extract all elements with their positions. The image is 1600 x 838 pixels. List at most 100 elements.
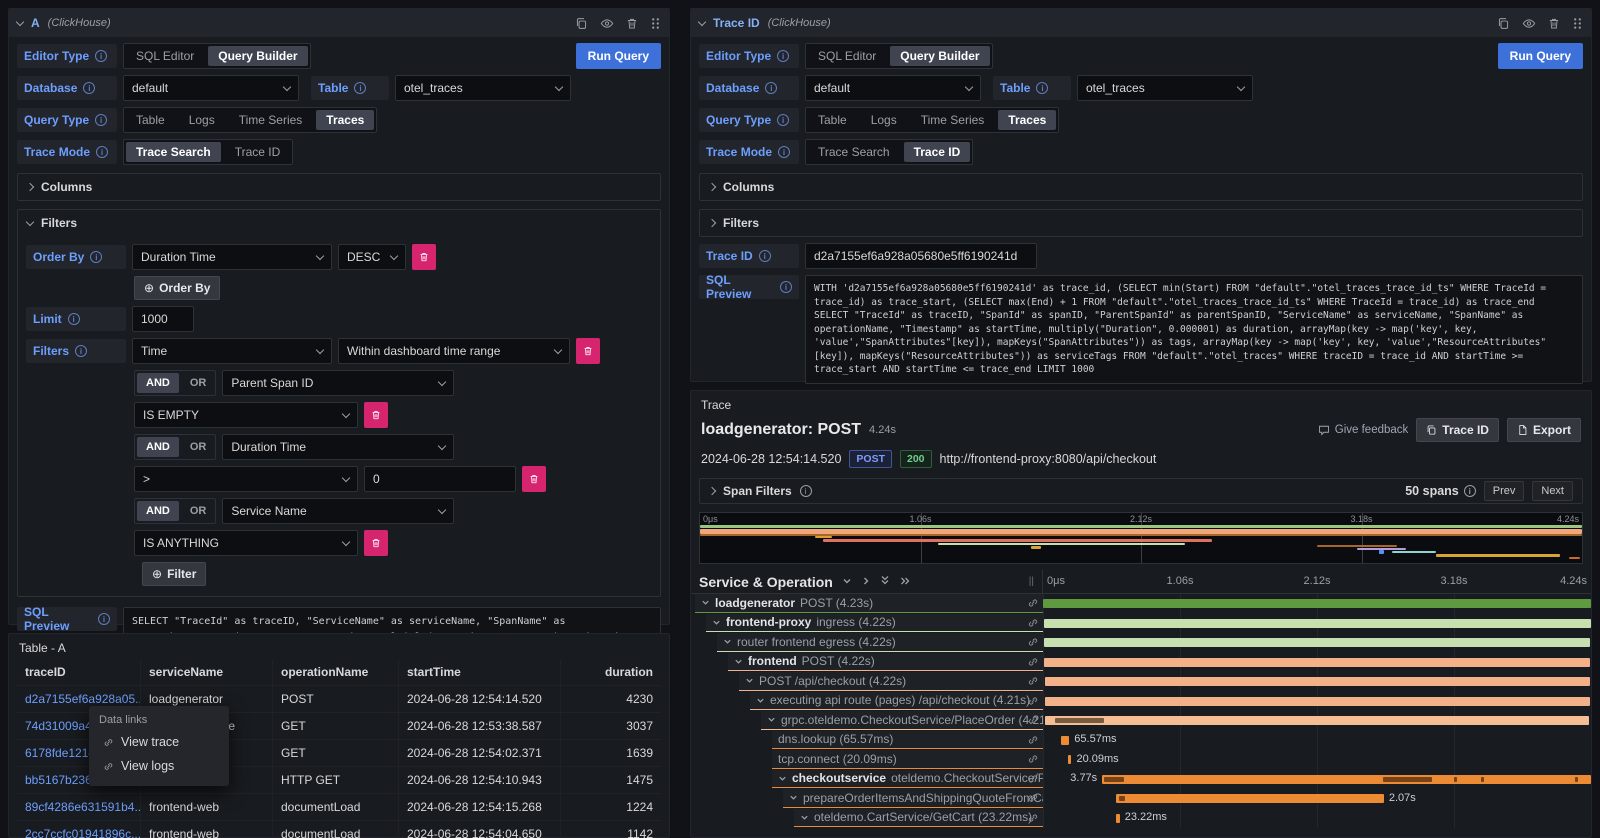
trace-minimap[interactable]: 0μs 1.06s 2.12s 3.18s 4.24s xyxy=(699,512,1583,564)
info-icon[interactable]: i xyxy=(354,82,366,94)
filter2-op-select[interactable]: IS EMPTY xyxy=(134,402,358,428)
col-starttime[interactable]: startTime xyxy=(399,659,561,685)
and-option[interactable]: AND xyxy=(137,373,179,393)
query-type-traces[interactable]: Traces xyxy=(316,110,374,130)
info-icon[interactable]: i xyxy=(68,313,80,325)
link-icon[interactable] xyxy=(1027,792,1039,807)
duplicate-icon[interactable] xyxy=(575,17,588,30)
remove-filter4-button[interactable] xyxy=(364,530,388,556)
trace-search-option[interactable]: Trace Search xyxy=(806,140,902,164)
filter3-op-select[interactable]: > xyxy=(134,466,358,492)
info-icon[interactable]: i xyxy=(780,281,792,293)
chevron-down-icon[interactable] xyxy=(712,618,721,627)
span-row[interactable]: oteldemo.CartService/GetCart (23.22ms)23… xyxy=(691,809,1591,829)
run-query-button[interactable]: Run Query xyxy=(576,43,661,69)
add-order-by-button[interactable]: ⊕Order By xyxy=(134,276,220,300)
info-icon[interactable]: i xyxy=(765,82,777,94)
span-gantt-cell[interactable] xyxy=(1043,711,1591,731)
remove-filter1-button[interactable] xyxy=(576,338,600,364)
database-select[interactable]: default xyxy=(805,75,981,101)
span-bar[interactable] xyxy=(1045,677,1590,686)
run-query-button[interactable]: Run Query xyxy=(1498,43,1583,69)
and-option[interactable]: AND xyxy=(137,437,179,457)
drag-handle-icon[interactable] xyxy=(1572,17,1583,30)
span-row[interactable]: dns.lookup (65.57ms)65.57ms xyxy=(691,731,1591,751)
view-trace-link[interactable]: View trace xyxy=(89,730,229,754)
col-duration[interactable]: duration xyxy=(561,659,661,685)
column-resize-handle[interactable]: || xyxy=(1029,576,1034,587)
add-filter-button[interactable]: ⊕Filter xyxy=(142,562,206,586)
span-bar[interactable] xyxy=(1044,638,1590,647)
sql-editor-option[interactable]: SQL Editor xyxy=(806,44,888,68)
span-gantt-cell[interactable]: 2.07s xyxy=(1043,789,1591,809)
remove-filter3-button[interactable] xyxy=(522,466,546,492)
chevron-down-icon[interactable] xyxy=(756,696,765,705)
info-icon[interactable]: i xyxy=(95,114,107,126)
span-row[interactable]: POST /api/checkout (4.22s) xyxy=(691,672,1591,692)
info-icon[interactable]: i xyxy=(1036,82,1048,94)
prev-button[interactable]: Prev xyxy=(1484,481,1525,501)
order-by-dir-select[interactable]: DESC xyxy=(338,244,406,270)
info-icon[interactable]: i xyxy=(83,82,95,94)
query-builder-option[interactable]: Query Builder xyxy=(208,46,307,66)
query-type-timeseries[interactable]: Time Series xyxy=(227,108,315,132)
and-option[interactable]: AND xyxy=(137,501,179,521)
or-option[interactable]: OR xyxy=(181,499,216,523)
span-bar[interactable] xyxy=(1044,619,1591,628)
span-bar[interactable] xyxy=(1045,716,1589,725)
span-gantt-cell[interactable] xyxy=(1043,614,1591,634)
info-icon[interactable]: i xyxy=(778,146,790,158)
duplicate-icon[interactable] xyxy=(1497,17,1510,30)
filter1-field-select[interactable]: Time xyxy=(132,338,332,364)
table-select[interactable]: otel_traces xyxy=(1077,75,1253,101)
drag-handle-icon[interactable] xyxy=(650,17,661,30)
filter4-field-select[interactable]: Service Name xyxy=(222,498,454,524)
give-feedback-link[interactable]: Give feedback xyxy=(1318,424,1409,436)
col-servicename[interactable]: serviceName xyxy=(141,659,273,685)
info-icon[interactable]: i xyxy=(75,345,87,357)
span-bar[interactable] xyxy=(1061,736,1070,745)
trash-icon[interactable] xyxy=(1548,17,1560,30)
chevron-down-icon[interactable] xyxy=(723,637,732,646)
query-panel-trace-id-header[interactable]: Trace ID (ClickHouse) xyxy=(691,9,1591,37)
trace-id-link[interactable]: 89cf4286e631591b4... xyxy=(17,794,141,820)
filter1-op-select[interactable]: Within dashboard time range xyxy=(338,338,570,364)
trace-search-option[interactable]: Trace Search xyxy=(126,142,221,162)
span-row[interactable]: executing api route (pages) /api/checkou… xyxy=(691,692,1591,712)
span-row[interactable]: loadgeneratorPOST (4.23s) xyxy=(691,594,1591,614)
next-button[interactable]: Next xyxy=(1532,481,1573,501)
order-by-field-select[interactable]: Duration Time xyxy=(132,244,332,270)
or-option[interactable]: OR xyxy=(181,371,216,395)
link-icon[interactable] xyxy=(1027,675,1039,690)
query-type-timeseries[interactable]: Time Series xyxy=(909,108,997,132)
chevron-down-icon[interactable] xyxy=(789,793,798,802)
link-icon[interactable] xyxy=(1027,773,1039,788)
chevron-down-icon[interactable] xyxy=(745,676,754,685)
chevron-down-icon[interactable] xyxy=(800,813,809,822)
query-panel-a-header[interactable]: A (ClickHouse) xyxy=(9,9,669,37)
query-type-traces[interactable]: Traces xyxy=(998,110,1056,130)
chevron-down-icon[interactable] xyxy=(16,17,24,25)
chevron-down-icon[interactable] xyxy=(734,657,743,666)
span-gantt-cell[interactable] xyxy=(1043,653,1591,673)
span-row[interactable]: tcp.connect (20.09ms)20.09ms xyxy=(691,750,1591,770)
trace-id-option[interactable]: Trace ID xyxy=(904,142,971,162)
span-gantt-cell[interactable]: 23.22ms xyxy=(1043,809,1591,829)
columns-section-header[interactable]: Columns xyxy=(700,174,1582,200)
database-select[interactable]: default xyxy=(123,75,299,101)
expand-one-icon[interactable] xyxy=(861,575,871,589)
link-icon[interactable] xyxy=(1027,695,1039,710)
query-type-logs[interactable]: Logs xyxy=(177,108,227,132)
span-bar[interactable] xyxy=(1102,775,1591,784)
span-row[interactable]: router frontend egress (4.22s) xyxy=(691,633,1591,653)
span-gantt-cell[interactable] xyxy=(1043,672,1591,692)
filter3-value-input[interactable] xyxy=(364,466,516,492)
link-icon[interactable] xyxy=(1027,597,1039,612)
info-icon[interactable]: i xyxy=(777,50,789,62)
filter4-op-select[interactable]: IS ANYTHING xyxy=(134,530,358,556)
span-row[interactable]: checkoutserviceoteldemo.CheckoutService/… xyxy=(691,770,1591,790)
link-icon[interactable] xyxy=(1027,753,1039,768)
link-icon[interactable] xyxy=(1027,617,1039,632)
span-row[interactable]: grpc.oteldemo.CheckoutService/PlaceOrder… xyxy=(691,711,1591,731)
span-gantt-cell[interactable] xyxy=(1043,692,1591,712)
